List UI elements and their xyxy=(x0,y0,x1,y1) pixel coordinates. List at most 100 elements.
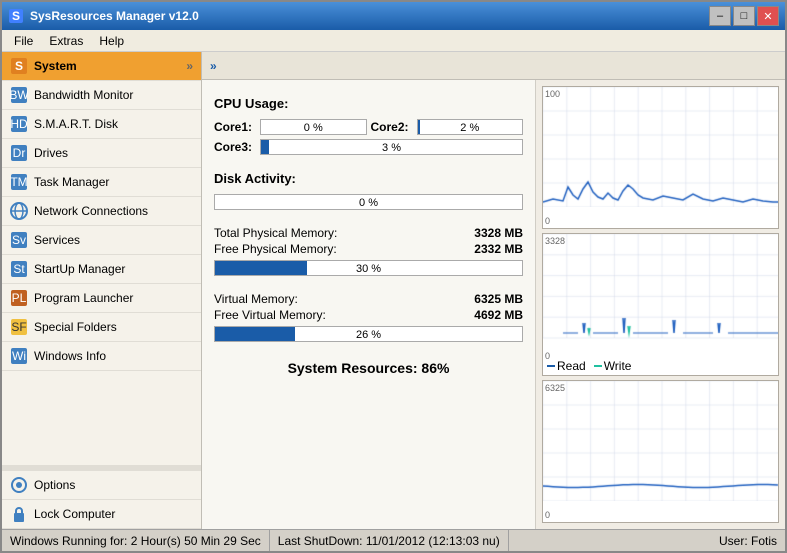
core3-item: Core3: 3 % xyxy=(214,139,523,155)
svg-text:PL: PL xyxy=(12,291,27,305)
cpu-grid: Core1: 0 % Core2: 2 % xyxy=(214,119,523,155)
svg-text:HD: HD xyxy=(10,117,28,131)
sidebar-spacer xyxy=(2,371,201,465)
metrics-panel: CPU Usage: Core1: 0 % Core2: xyxy=(202,80,535,529)
menu-extras[interactable]: Extras xyxy=(41,32,91,50)
status-user: User: Fotis xyxy=(711,530,785,551)
physical-memory-section: Total Physical Memory: 3328 MB Free Phys… xyxy=(214,226,523,276)
sidebar: S System » BW Bandwidth Monitor HD S.M.A… xyxy=(2,52,202,529)
mem-chart-container: 6325 0 xyxy=(542,380,779,523)
physical-memory-bar-text: 30 % xyxy=(215,261,522,277)
core1-label: Core1: xyxy=(214,120,256,134)
cpu-chart-container: 100 0 xyxy=(542,86,779,229)
svg-text:Sv: Sv xyxy=(12,233,26,247)
svg-text:SF: SF xyxy=(11,320,26,334)
core1-bar-text: 0 % xyxy=(261,120,366,136)
cpu-chart-min: 0 xyxy=(545,216,550,226)
free-virtual-row: Free Virtual Memory: 4692 MB xyxy=(214,308,523,322)
main-window: S SysResources Manager v12.0 – □ ✕ File … xyxy=(0,0,787,553)
disk-legend-write: Write xyxy=(594,359,632,373)
status-shutdown: Last ShutDown: 11/01/2012 (12:13:03 nu) xyxy=(270,530,509,551)
physical-memory-bar: 30 % xyxy=(214,260,523,276)
core2-label: Core2: xyxy=(371,120,413,134)
svg-text:S: S xyxy=(12,9,20,23)
svg-text:BW: BW xyxy=(10,88,28,102)
core2-item: Core2: 2 % xyxy=(371,119,524,135)
menu-bar: File Extras Help xyxy=(2,30,785,52)
maximize-button[interactable]: □ xyxy=(733,6,755,26)
svg-text:TM: TM xyxy=(10,175,27,189)
free-physical-value: 2332 MB xyxy=(474,242,523,256)
disk-section: Disk Activity: 0 % xyxy=(214,171,523,210)
cpu-chart: 100 0 xyxy=(542,86,779,229)
disk-bar: 0 % xyxy=(214,194,523,210)
disk-legend-read: Read xyxy=(547,359,586,373)
content-area: » CPU Usage: Core1: 0 % xyxy=(202,52,785,529)
disk-chart-max: 3328 xyxy=(545,236,565,246)
total-virtual-value: 6325 MB xyxy=(474,292,523,306)
sidebar-item-drives[interactable]: Dr Drives xyxy=(2,139,201,168)
total-physical-label: Total Physical Memory: xyxy=(214,226,337,240)
main-area: S System » BW Bandwidth Monitor HD S.M.A… xyxy=(2,52,785,529)
virtual-memory-bar-text: 26 % xyxy=(215,327,522,343)
minimize-button[interactable]: – xyxy=(709,6,731,26)
core2-bar-text: 2 % xyxy=(418,120,523,136)
core3-bar-text: 3 % xyxy=(261,140,522,156)
free-physical-label: Free Physical Memory: xyxy=(214,242,337,256)
sidebar-item-wininfo[interactable]: Wi Windows Info xyxy=(2,342,201,371)
content-header: » xyxy=(202,52,785,80)
total-virtual-row: Virtual Memory: 6325 MB xyxy=(214,292,523,306)
menu-help[interactable]: Help xyxy=(91,32,132,50)
svg-text:Dr: Dr xyxy=(13,146,26,160)
core3-bar: 3 % xyxy=(260,139,523,155)
write-legend-color xyxy=(594,365,602,367)
mem-chart-min: 0 xyxy=(545,510,550,520)
window-controls: – □ ✕ xyxy=(709,6,779,26)
sidebar-item-system[interactable]: S System » xyxy=(2,52,201,81)
disk-bar-text: 0 % xyxy=(215,195,522,211)
disk-legend: Read Write xyxy=(547,359,631,373)
mem-chart: 6325 0 xyxy=(542,380,779,523)
charts-panel: 100 0 3328 0 xyxy=(535,80,785,529)
virtual-memory-bar: 26 % xyxy=(214,326,523,342)
sidebar-item-network[interactable]: Network Connections xyxy=(2,197,201,226)
app-icon: S xyxy=(8,8,24,24)
content-body: CPU Usage: Core1: 0 % Core2: xyxy=(202,80,785,529)
core2-bar: 2 % xyxy=(417,119,524,135)
free-physical-row: Free Physical Memory: 2332 MB xyxy=(214,242,523,256)
disk-title: Disk Activity: xyxy=(214,171,523,186)
status-bar: Windows Running for: 2 Hour(s) 50 Min 29… xyxy=(2,529,785,551)
total-physical-value: 3328 MB xyxy=(474,226,523,240)
sidebar-item-special[interactable]: SF Special Folders xyxy=(2,313,201,342)
free-virtual-value: 4692 MB xyxy=(474,308,523,322)
svg-text:S: S xyxy=(15,59,23,73)
sidebar-item-bandwidth[interactable]: BW Bandwidth Monitor xyxy=(2,81,201,110)
read-legend-color xyxy=(547,365,555,367)
core3-label: Core3: xyxy=(214,140,256,154)
menu-file[interactable]: File xyxy=(6,32,41,50)
free-virtual-label: Free Virtual Memory: xyxy=(214,308,326,322)
arrow-icon: » xyxy=(186,59,193,73)
sidebar-item-startup[interactable]: St StartUp Manager xyxy=(2,255,201,284)
virtual-memory-section: Virtual Memory: 6325 MB Free Virtual Mem… xyxy=(214,292,523,342)
cpu-chart-max: 100 xyxy=(545,89,560,99)
core1-item: Core1: 0 % xyxy=(214,119,367,135)
sidebar-item-options[interactable]: Options xyxy=(2,471,201,500)
sidebar-item-services[interactable]: Sv Services xyxy=(2,226,201,255)
window-title: SysResources Manager v12.0 xyxy=(30,9,709,23)
core1-bar: 0 % xyxy=(260,119,367,135)
sidebar-item-task[interactable]: TM Task Manager xyxy=(2,168,201,197)
sidebar-item-lock[interactable]: Lock Computer xyxy=(2,500,201,529)
total-physical-row: Total Physical Memory: 3328 MB xyxy=(214,226,523,240)
svg-text:St: St xyxy=(13,262,25,276)
cpu-section-title: CPU Usage: xyxy=(214,96,523,111)
title-bar: S SysResources Manager v12.0 – □ ✕ xyxy=(2,2,785,30)
sidebar-item-launcher[interactable]: PL Program Launcher xyxy=(2,284,201,313)
status-running: Windows Running for: 2 Hour(s) 50 Min 29… xyxy=(2,530,270,551)
disk-chart-container: 3328 0 Read Write xyxy=(542,233,779,376)
sidebar-item-smart[interactable]: HD S.M.A.R.T. Disk xyxy=(2,110,201,139)
close-button[interactable]: ✕ xyxy=(757,6,779,26)
svg-text:Wi: Wi xyxy=(12,349,26,363)
mem-chart-max: 6325 xyxy=(545,383,565,393)
nav-arrows: » xyxy=(210,59,217,73)
